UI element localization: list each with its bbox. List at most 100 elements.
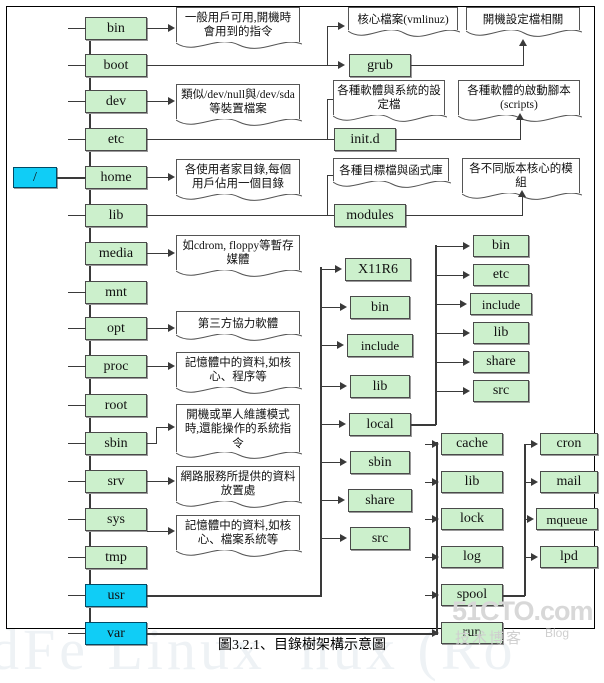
note-initd-parent: 各種軟體與系統的設定檔 (333, 80, 447, 122)
connector-local-include (435, 304, 461, 305)
arrow-local-bin (463, 242, 470, 250)
node-var-spool[interactable]: spool (441, 584, 503, 606)
node-spool-lpd-label: lpd (560, 549, 578, 564)
node-init-d[interactable]: init.d (334, 128, 396, 151)
connector-sbin-note-b (156, 427, 157, 444)
node-root[interactable]: / (13, 167, 57, 188)
node-usr-lib[interactable]: lib (350, 375, 410, 398)
connector-spine-home (68, 177, 86, 178)
node-bin-label: bin (107, 20, 125, 36)
node-local-etc-label: etc (492, 267, 510, 282)
arrow-sys-note (168, 527, 175, 535)
connector-spine-tmp (68, 557, 86, 558)
node-usr-sbin[interactable]: sbin (350, 451, 410, 474)
node-modules-label: modules (346, 207, 394, 223)
arrow-local-etc (463, 271, 470, 279)
node-var-lock[interactable]: lock (441, 508, 503, 530)
node-srv-label: srv (107, 473, 125, 489)
arrow-usr-include (337, 341, 344, 349)
arrow-dev-note (168, 97, 175, 105)
node-local-include-label: include (481, 296, 521, 312)
node-local-src[interactable]: src (473, 380, 529, 402)
note-opt-text: 第三方協力軟體 (197, 318, 279, 330)
node-modules[interactable]: modules (334, 204, 406, 227)
connector-spine-bin (68, 28, 86, 29)
node-lib[interactable]: lib (85, 204, 147, 227)
connector-lib-branch (327, 175, 328, 216)
node-local-include[interactable]: include (470, 293, 532, 315)
node-local-lib[interactable]: lib (473, 322, 529, 344)
node-spool-lpd[interactable]: lpd (540, 546, 598, 568)
node-dev[interactable]: dev (85, 90, 147, 113)
connector-local-bin (435, 246, 464, 247)
note-initd-child-text: 各種軟體的啟動腳本(scripts) (467, 85, 571, 112)
node-media[interactable]: media (85, 242, 147, 265)
connector-spine-boot (68, 65, 86, 66)
node-bin[interactable]: bin (85, 17, 147, 40)
node-usr-share[interactable]: share (348, 489, 412, 512)
node-spool-mail[interactable]: mail (540, 471, 598, 493)
arrow-var-spool (432, 591, 439, 599)
node-local-etc[interactable]: etc (473, 264, 529, 286)
arrow-proc-note (168, 362, 175, 370)
connector-grub-bootcfg-v (523, 46, 524, 66)
arrow-home-note (168, 173, 175, 181)
node-root-dir[interactable]: root (85, 394, 147, 417)
connector-proc-note (147, 366, 169, 367)
node-usr-sbin-label: sbin (368, 454, 392, 470)
directory-tree-diagram: dFe Linux nux (Ro / bin boot dev etc hom… (0, 0, 604, 682)
arrow-sbin-note (168, 423, 175, 431)
node-usr-bin[interactable]: bin (350, 296, 410, 319)
node-etc[interactable]: etc (85, 128, 147, 151)
node-var-lib-label: lib (464, 474, 480, 489)
arrow-usr-bin (340, 303, 347, 311)
note-modules-parent: 各種目標檔與函式庫 (333, 158, 451, 188)
connector-usr-lib (320, 386, 341, 387)
connector-boot-grub (147, 65, 328, 66)
node-mnt[interactable]: mnt (85, 281, 147, 304)
node-proc[interactable]: proc (85, 355, 147, 378)
node-usr-x11r6[interactable]: X11R6 (345, 258, 411, 281)
note-sys: 記憶體中的資料,如核心、檔案系統等 (176, 515, 302, 557)
node-var-log[interactable]: log (441, 546, 503, 568)
connector-modules-kernmod-v (522, 197, 523, 216)
connector-usr-share (320, 500, 339, 501)
arrow-local-src (463, 387, 470, 395)
node-usr-include[interactable]: include (347, 334, 413, 357)
connector-usr-x11r6 (320, 269, 336, 270)
node-var-lib[interactable]: lib (441, 471, 503, 493)
node-boot[interactable]: boot (85, 54, 147, 77)
arrow-usr-src (340, 534, 347, 542)
connector-bin-note (147, 28, 169, 29)
node-usr-src[interactable]: src (350, 527, 410, 550)
note-srv-text: 網路服務所提供的資料放置處 (180, 471, 296, 498)
connector-spine-mnt (68, 292, 86, 293)
node-spool-cron[interactable]: cron (540, 433, 598, 455)
node-usr-local[interactable]: local (349, 413, 411, 436)
node-sys[interactable]: sys (85, 508, 147, 531)
wavy-bottom-icon (333, 115, 447, 122)
connector-usr-local (320, 424, 340, 425)
node-local-bin[interactable]: bin (473, 235, 529, 257)
node-grub[interactable]: grub (349, 54, 411, 77)
node-spool-mqueue[interactable]: mqueue (536, 508, 598, 530)
node-usr[interactable]: usr (85, 584, 147, 607)
node-sbin[interactable]: sbin (85, 432, 147, 455)
connector-spool-spine (524, 444, 526, 596)
node-opt[interactable]: opt (85, 317, 147, 340)
connector-spool-branch-h (503, 595, 525, 597)
node-var-cache[interactable]: cache (441, 433, 503, 455)
node-tmp[interactable]: tmp (85, 546, 147, 569)
node-usr-label: usr (107, 587, 125, 603)
node-mnt-label: mnt (105, 284, 127, 300)
connector-etc-initd (147, 139, 328, 140)
node-srv[interactable]: srv (85, 470, 147, 493)
connector-initd-scripts (396, 139, 521, 140)
arrow-var-lib (432, 478, 439, 486)
node-local-share[interactable]: share (473, 351, 529, 373)
note-bin-text: 一般用戶可用,開機時會用到的指令 (184, 12, 292, 39)
note-modules-child-text: 各不同版本核心的模組 (469, 163, 573, 190)
connector-spine-etc (68, 139, 86, 140)
node-home[interactable]: home (85, 166, 147, 189)
connector-spine-opt (68, 328, 86, 329)
